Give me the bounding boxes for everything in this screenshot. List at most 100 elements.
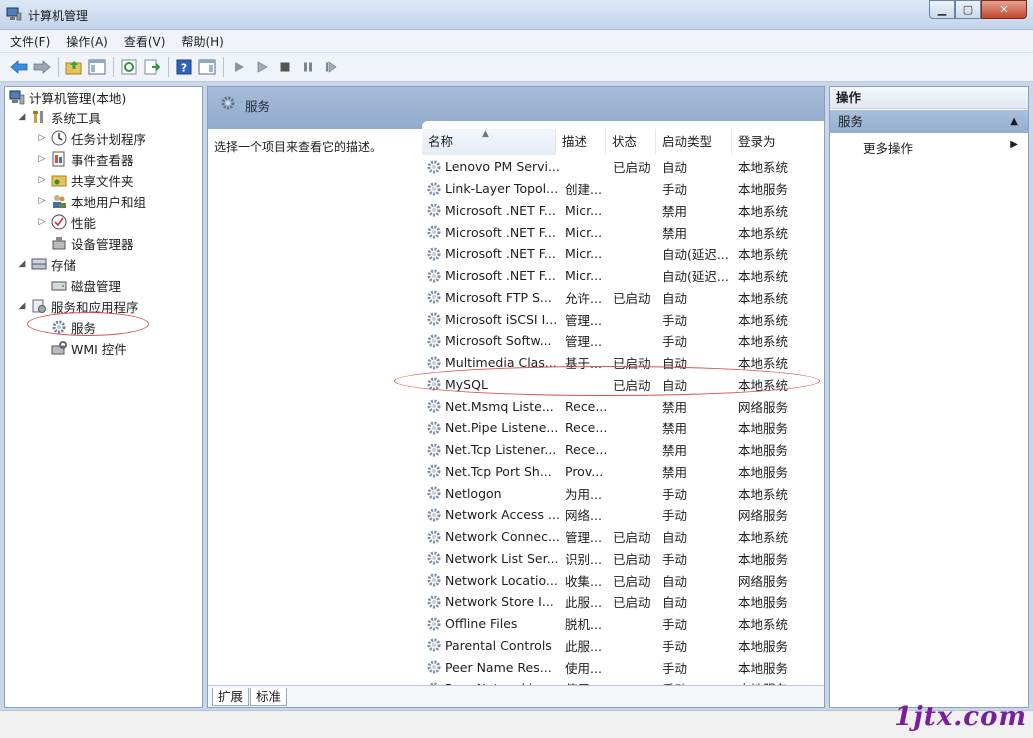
service-row[interactable]: Microsoft .NET F... Micr... 禁用 本地系统 — [422, 221, 802, 243]
collapsed-arrow-icon[interactable]: ▷ — [37, 175, 47, 185]
tree-item-disk-management[interactable]: 磁盘管理 — [51, 275, 121, 295]
close-button[interactable]: ✕ — [981, 0, 1027, 19]
tree-item-local-users[interactable]: ▷ 本地用户和组 — [37, 191, 146, 211]
service-log-on-as: 本地服务 — [738, 182, 789, 198]
tree-item-shared-folders[interactable]: ▷ 共享文件夹 — [37, 170, 134, 190]
start-service-alt-button[interactable] — [251, 56, 273, 78]
service-row[interactable]: Lenovo PM Servi... 已启动 自动 本地系统 — [422, 156, 802, 178]
service-name: Network Locatio... — [445, 572, 558, 588]
minimize-button[interactable]: ▁ — [929, 0, 955, 19]
menu-help[interactable]: 帮助(H) — [181, 33, 223, 50]
service-row[interactable]: Net.Msmq Liste... Rece... 禁用 网络服务 — [422, 395, 802, 417]
service-startup-type: 自动 — [662, 160, 688, 176]
tree-item-performance[interactable]: ▷ 性能 — [37, 212, 96, 232]
service-row[interactable]: Microsoft iSCSI I... 管理... 手动 本地系统 — [422, 308, 802, 330]
refresh-button[interactable] — [118, 56, 140, 78]
tab-extended[interactable]: 扩展 — [212, 688, 250, 706]
service-row[interactable]: Network Access ... 网络... 手动 网络服务 — [422, 504, 802, 526]
toolbar-separator — [113, 57, 114, 77]
service-row[interactable]: Microsoft Softw... 管理... 手动 本地系统 — [422, 330, 802, 352]
collapsed-arrow-icon[interactable]: ▷ — [37, 154, 47, 164]
service-row[interactable]: Microsoft .NET F... Micr... 自动(延迟... 本地系统 — [422, 265, 802, 287]
service-row[interactable]: Net.Pipe Listene... Rece... 禁用 本地服务 — [422, 417, 802, 439]
service-startup-type: 手动 — [662, 312, 688, 328]
service-description: 脱机... — [565, 617, 602, 633]
service-name: Net.Tcp Listener... — [445, 442, 557, 458]
show-hide-action-pane-button[interactable] — [196, 56, 218, 78]
service-status: 已启动 — [613, 573, 651, 589]
computer-management-icon — [9, 90, 25, 105]
start-service-button[interactable] — [228, 56, 250, 78]
title-bar: 计算机管理 ▁ ▢ ✕ — [0, 0, 1033, 30]
expanded-arrow-icon[interactable]: ◢ — [17, 301, 27, 311]
tab-standard[interactable]: 标准 — [250, 688, 288, 706]
expanded-arrow-icon[interactable]: ◢ — [17, 259, 27, 269]
service-row[interactable]: Net.Tcp Port Sh... Prov... 禁用 本地服务 — [422, 461, 802, 483]
service-row[interactable]: Offline Files 脱机... 手动 本地系统 — [422, 613, 802, 635]
restart-service-button[interactable] — [320, 56, 342, 78]
menu-action[interactable]: 操作(A) — [66, 33, 108, 50]
service-name: Microsoft iSCSI I... — [445, 311, 558, 327]
collapsed-arrow-icon[interactable]: ▷ — [37, 217, 47, 227]
column-header-description[interactable]: 描述 — [556, 129, 606, 155]
maximize-button[interactable]: ▢ — [955, 0, 981, 19]
service-log-on-as: 本地系统 — [738, 530, 789, 546]
service-name: Offline Files — [445, 616, 518, 632]
show-hide-tree-button[interactable] — [86, 56, 108, 78]
column-header-startup-type[interactable]: 启动类型 — [656, 129, 732, 155]
stop-service-button[interactable] — [274, 56, 296, 78]
help-button[interactable]: ? — [173, 56, 195, 78]
service-log-on-as: 网络服务 — [738, 508, 789, 524]
service-row[interactable]: Microsoft .NET F... Micr... 自动(延迟... 本地系统 — [422, 243, 802, 265]
tree-item-device-manager[interactable]: 设备管理器 — [51, 233, 134, 253]
service-startup-type: 自动 — [662, 573, 688, 589]
menu-file[interactable]: 文件(F) — [10, 33, 50, 50]
column-header-status[interactable]: 状态 — [606, 129, 656, 155]
menu-view[interactable]: 查看(V) — [124, 33, 166, 50]
tree-item-event-viewer[interactable]: ▷ 事件查看器 — [37, 149, 134, 169]
service-startup-type: 禁用 — [662, 203, 688, 219]
service-description: 识别... — [565, 551, 602, 567]
expanded-arrow-icon[interactable]: ◢ — [17, 112, 27, 122]
collapsed-arrow-icon[interactable]: ▷ — [37, 196, 47, 206]
tree-item-storage[interactable]: ◢ 存储 — [17, 254, 76, 274]
collapsed-arrow-icon[interactable]: ▷ — [37, 133, 47, 143]
service-row[interactable]: Link-Layer Topol... 创建... 手动 本地服务 — [422, 178, 802, 200]
service-row[interactable]: Microsoft FTP S... 允许... 已启动 自动 本地系统 — [422, 287, 802, 309]
service-log-on-as: 本地系统 — [738, 247, 789, 263]
service-description: 管理... — [565, 334, 602, 350]
service-row[interactable]: Network Store I... 此服... 已启动 自动 本地服务 — [422, 591, 802, 613]
more-actions-item[interactable]: 更多操作 — [863, 138, 913, 157]
services-apps-icon — [32, 299, 46, 313]
export-list-button[interactable] — [141, 56, 163, 78]
annotation-circle — [394, 366, 820, 396]
up-folder-button[interactable] — [63, 56, 85, 78]
actions-group-services[interactable]: 服务 ▲ — [830, 110, 1028, 133]
service-row[interactable]: Network List Ser... 识别... 已启动 手动 本地服务 — [422, 548, 802, 570]
description-text: 选择一个项目来查看它的描述。 — [214, 140, 383, 154]
tree-item-system-tools[interactable]: ◢ 系统工具 — [17, 107, 101, 127]
pause-service-button[interactable] — [297, 56, 319, 78]
tree-item-task-scheduler[interactable]: ▷ 任务计划程序 — [37, 128, 146, 148]
service-gear-icon — [427, 269, 441, 283]
service-row[interactable]: Network Connec... 管理... 已启动 自动 本地系统 — [422, 526, 802, 548]
service-row[interactable]: Microsoft .NET F... Micr... 禁用 本地系统 — [422, 200, 802, 222]
service-row[interactable]: Netlogon 为用... 手动 本地系统 — [422, 482, 802, 504]
service-row[interactable]: Network Locatio... 收集... 已启动 自动 网络服务 — [422, 569, 802, 591]
tree-item-root[interactable]: 计算机管理(本地) — [9, 87, 126, 107]
pause-icon — [304, 62, 312, 72]
service-row[interactable]: Peer Name Res... 使用... 手动 本地服务 — [422, 656, 802, 678]
service-gear-icon — [427, 573, 441, 587]
service-gear-icon — [427, 225, 441, 239]
service-description: Rece... — [565, 398, 608, 414]
column-header-log-on-as[interactable]: 登录为 — [732, 129, 800, 155]
service-gear-icon — [427, 595, 441, 609]
column-header-name[interactable]: ▲ 名称 — [422, 129, 556, 155]
service-row[interactable]: Net.Tcp Listener... Rece... 禁用 本地服务 — [422, 439, 802, 461]
clock-icon — [51, 130, 67, 146]
collapse-arrow-icon[interactable]: ▲ — [1010, 110, 1018, 133]
back-button[interactable] — [8, 56, 30, 78]
service-row[interactable]: Parental Controls 此服... 手动 本地服务 — [422, 635, 802, 657]
forward-button[interactable] — [31, 56, 53, 78]
tree-item-wmi[interactable]: WMI 控件 — [51, 338, 127, 358]
